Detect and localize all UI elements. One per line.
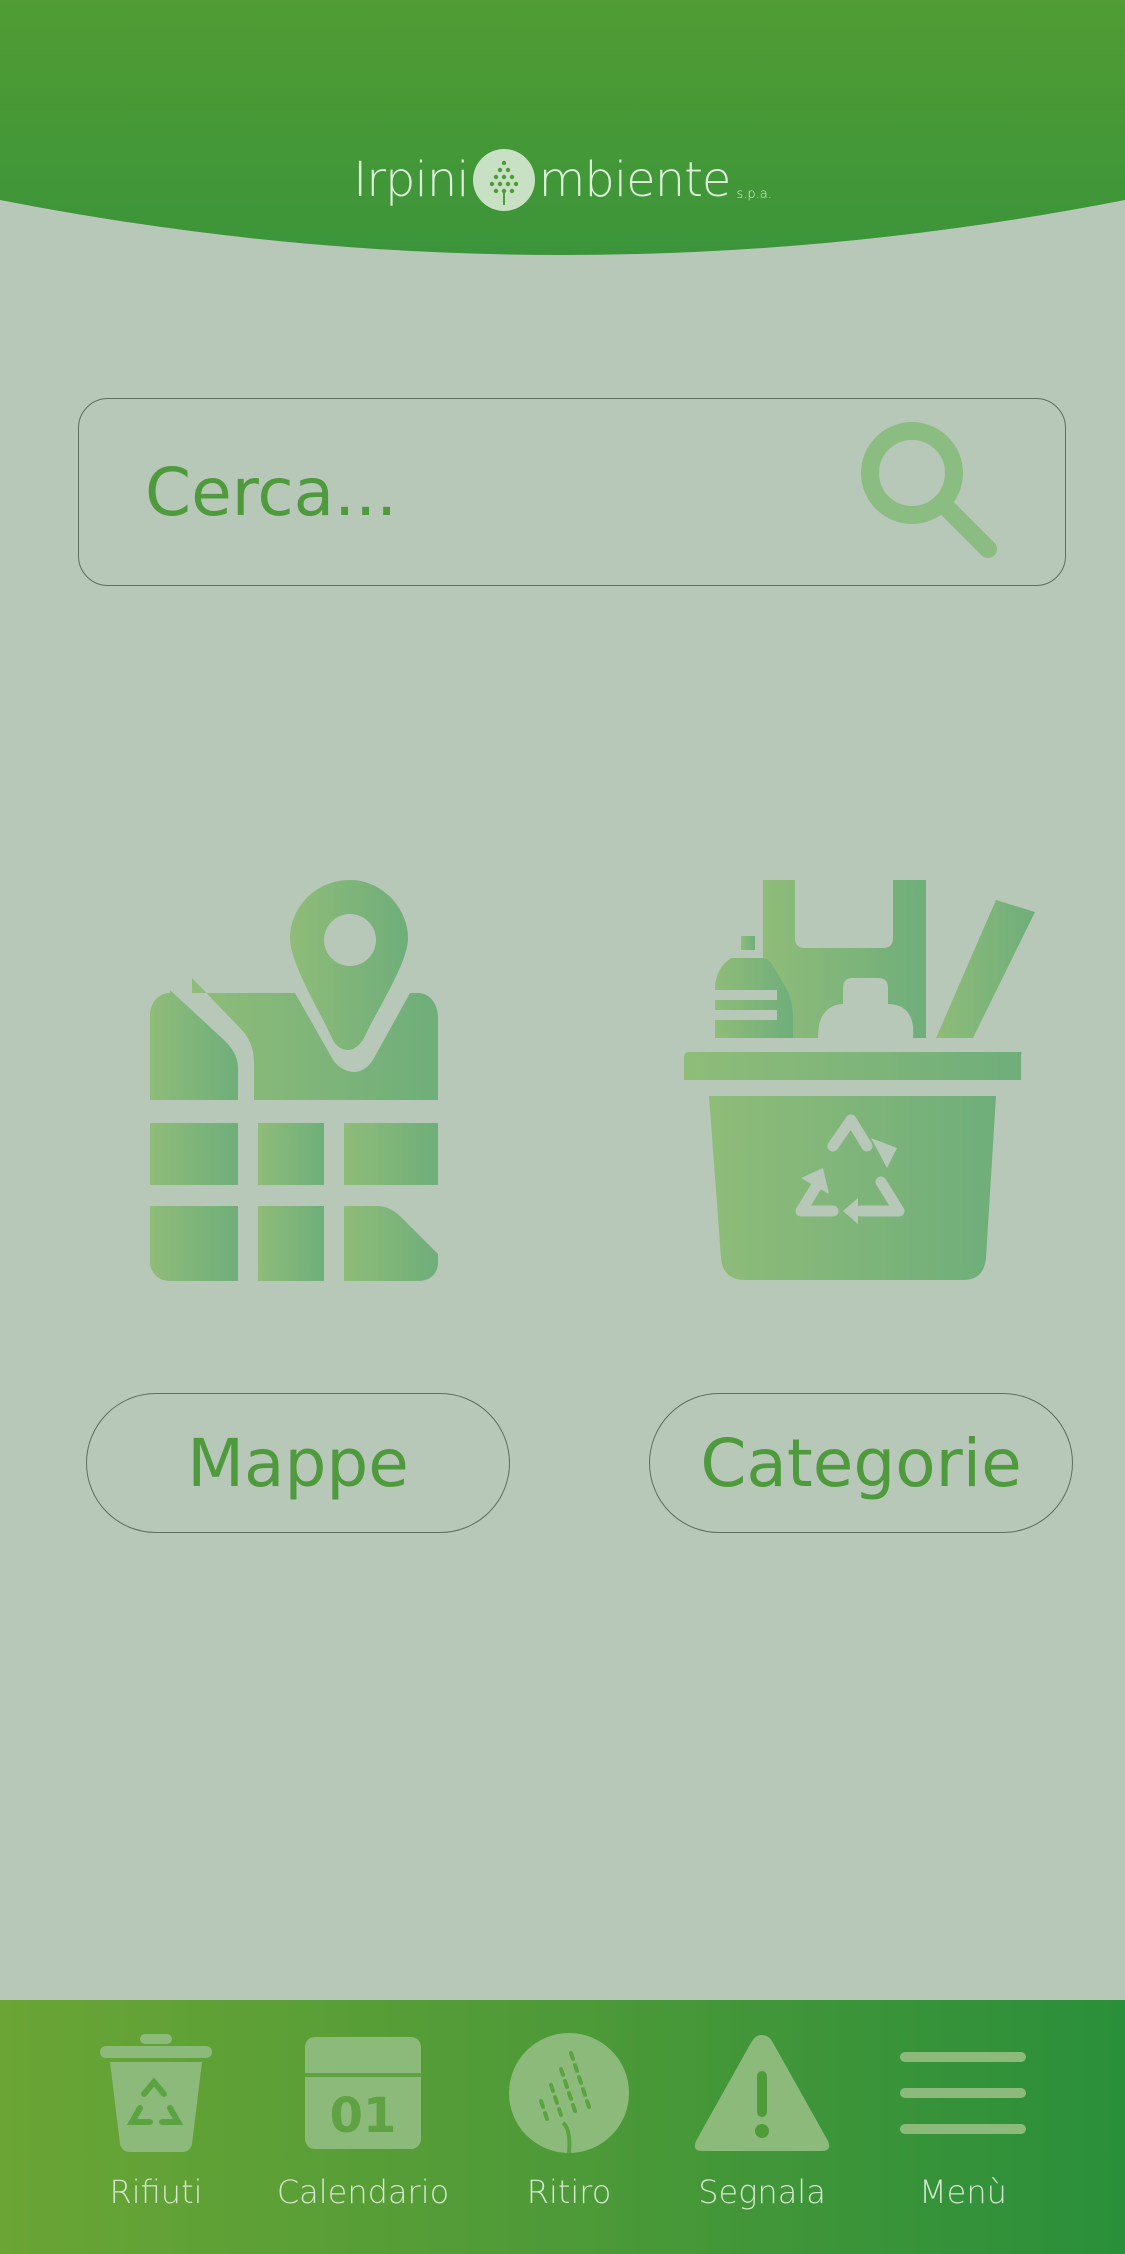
search-placeholder: Cerca... — [145, 454, 398, 531]
nav-label-ritiro: Ritiro — [526, 2173, 612, 2211]
calendar-icon: 01 — [305, 2036, 421, 2149]
search-input[interactable]: Cerca... — [78, 398, 1066, 586]
header-curve — [0, 0, 1125, 255]
maps-button[interactable]: Mappe — [86, 1393, 510, 1533]
hamburger-menu-icon — [900, 2051, 1026, 2134]
maps-button-label: Mappe — [187, 1424, 409, 1502]
logo-text-right: mbiente — [538, 152, 732, 208]
warning-icon — [694, 2034, 830, 2151]
nav-label-calendario: Calendario — [276, 2173, 450, 2211]
search-icon[interactable] — [860, 421, 1005, 566]
logo-drop-icon — [472, 149, 535, 211]
nav-item-segnala[interactable]: Segnala — [690, 2000, 834, 2254]
nav-item-calendario[interactable]: 01 Calendario — [273, 2000, 453, 2254]
recycle-bin-icon — [100, 2033, 212, 2152]
categories-button-label: Categorie — [700, 1424, 1022, 1502]
calendar-day-text: 01 — [330, 2088, 397, 2144]
categories-button[interactable]: Categorie — [649, 1393, 1073, 1533]
bottom-navigation: Rifiuti 01 Calendario Ritiro Segnala Men… — [0, 2000, 1125, 2254]
nav-item-rifiuti[interactable]: Rifiuti — [91, 2000, 221, 2254]
logo-text-left: Irpini — [353, 152, 469, 208]
nav-item-menu[interactable]: Menù — [893, 2000, 1033, 2254]
nav-item-ritiro[interactable]: Ritiro — [494, 2000, 644, 2254]
nav-label-menu: Menù — [919, 2173, 1007, 2211]
nav-label-rifiuti: Rifiuti — [109, 2173, 203, 2211]
logo-suffix: s.p.a. — [736, 187, 772, 202]
map-pin-icon[interactable] — [150, 878, 440, 1283]
brand-logo: Irpini mbiente s.p.a. — [0, 140, 1125, 220]
pickup-drop-icon — [509, 2032, 629, 2153]
app-header: Irpini mbiente s.p.a. — [0, 0, 1125, 270]
nav-label-segnala: Segnala — [698, 2173, 826, 2211]
recycling-basket-icon[interactable] — [683, 878, 1038, 1283]
